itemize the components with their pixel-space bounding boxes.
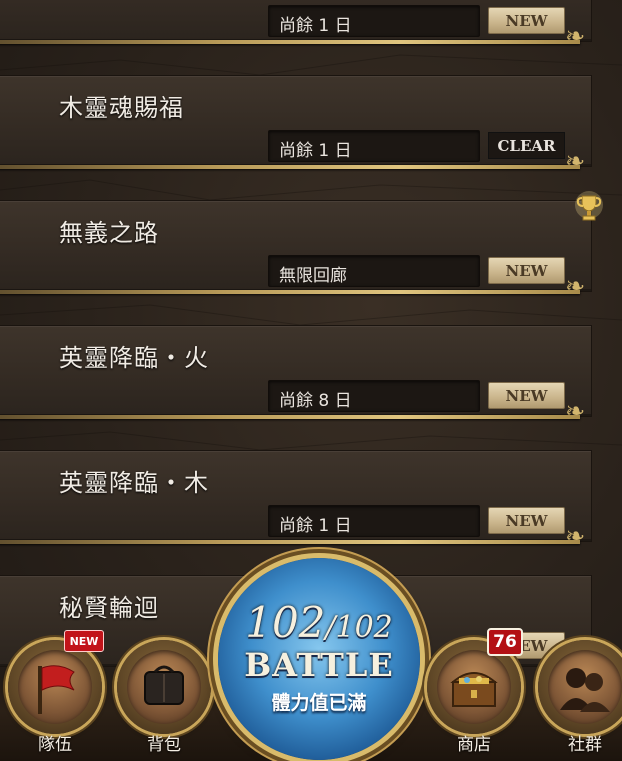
quest-item-2[interactable]: 木靈魂賜福 尚餘 1 日 CLEAR	[0, 75, 592, 167]
quest-item-4[interactable]: 英靈降臨・火 尚餘 8 日 NEW	[0, 325, 592, 417]
new-badge: NEW	[488, 507, 565, 534]
battle-button[interactable]: 102/102 BATTLE 體力值已滿	[218, 558, 420, 760]
bottom-nav: 隊伍 NEW 背包 102/102 BATTLE 體力值已滿 商店 76 社群	[0, 558, 622, 761]
quest-remaining: 尚餘 1 日	[268, 5, 480, 37]
stamina-max: /102	[325, 610, 393, 645]
quest-item-1[interactable]: 尚餘 1 日 NEW	[0, 0, 592, 42]
team-label: 隊伍	[38, 735, 72, 755]
shop-count-badge: 76	[487, 628, 523, 656]
new-badge: NEW	[488, 7, 565, 34]
quest-remaining: 尚餘 1 日	[268, 130, 480, 162]
divider	[0, 290, 580, 294]
ornament-icon: ❧	[565, 397, 586, 425]
team-button-face	[18, 650, 92, 724]
shop-label: 商店	[457, 735, 491, 755]
divider	[0, 415, 580, 419]
quest-title: 英靈降臨・火	[59, 344, 209, 372]
stamina-status: 體力值已滿	[271, 692, 367, 714]
quest-title: 木靈魂賜福	[59, 94, 184, 122]
stamina-readout: 102/102	[218, 598, 420, 647]
ornament-icon: ❧	[565, 272, 586, 300]
quest-title: 無義之路	[59, 219, 159, 247]
divider	[0, 540, 580, 544]
new-badge: NEW	[488, 382, 565, 409]
stamina-current: 102	[245, 598, 326, 647]
ornament-icon: ❧	[565, 22, 586, 50]
trophy-icon	[575, 191, 603, 221]
ornament-icon: ❧	[565, 147, 586, 175]
treasure-chest-icon	[450, 672, 498, 707]
quest-remaining: 無限回廊	[268, 255, 480, 287]
new-badge: NEW	[488, 257, 565, 284]
social-label: 社群	[568, 735, 602, 755]
shop-button-face	[437, 650, 511, 724]
quest-remaining: 尚餘 8 日	[268, 380, 480, 412]
divider	[0, 40, 580, 44]
people-icon	[560, 668, 610, 712]
clear-badge: CLEAR	[488, 132, 565, 159]
bag-label: 背包	[147, 735, 181, 755]
social-button[interactable]: 社群	[538, 640, 622, 755]
team-button[interactable]: 隊伍	[8, 640, 102, 755]
quest-title: 英靈降臨・木	[59, 469, 209, 497]
divider	[0, 165, 580, 169]
flag-icon	[38, 665, 75, 714]
battle-label: BATTLE	[244, 646, 394, 684]
quest-item-3[interactable]: 無義之路 無限回廊 NEW	[0, 200, 592, 292]
ornament-icon: ❧	[565, 522, 586, 550]
bag-button-face	[127, 650, 201, 724]
quest-item-5[interactable]: 英靈降臨・木 尚餘 1 日 NEW	[0, 450, 592, 542]
social-button-face	[548, 650, 622, 724]
bag-button[interactable]: 背包	[117, 640, 211, 755]
team-new-badge: NEW	[64, 630, 104, 652]
quest-remaining: 尚餘 1 日	[268, 505, 480, 537]
bag-icon	[144, 665, 184, 705]
